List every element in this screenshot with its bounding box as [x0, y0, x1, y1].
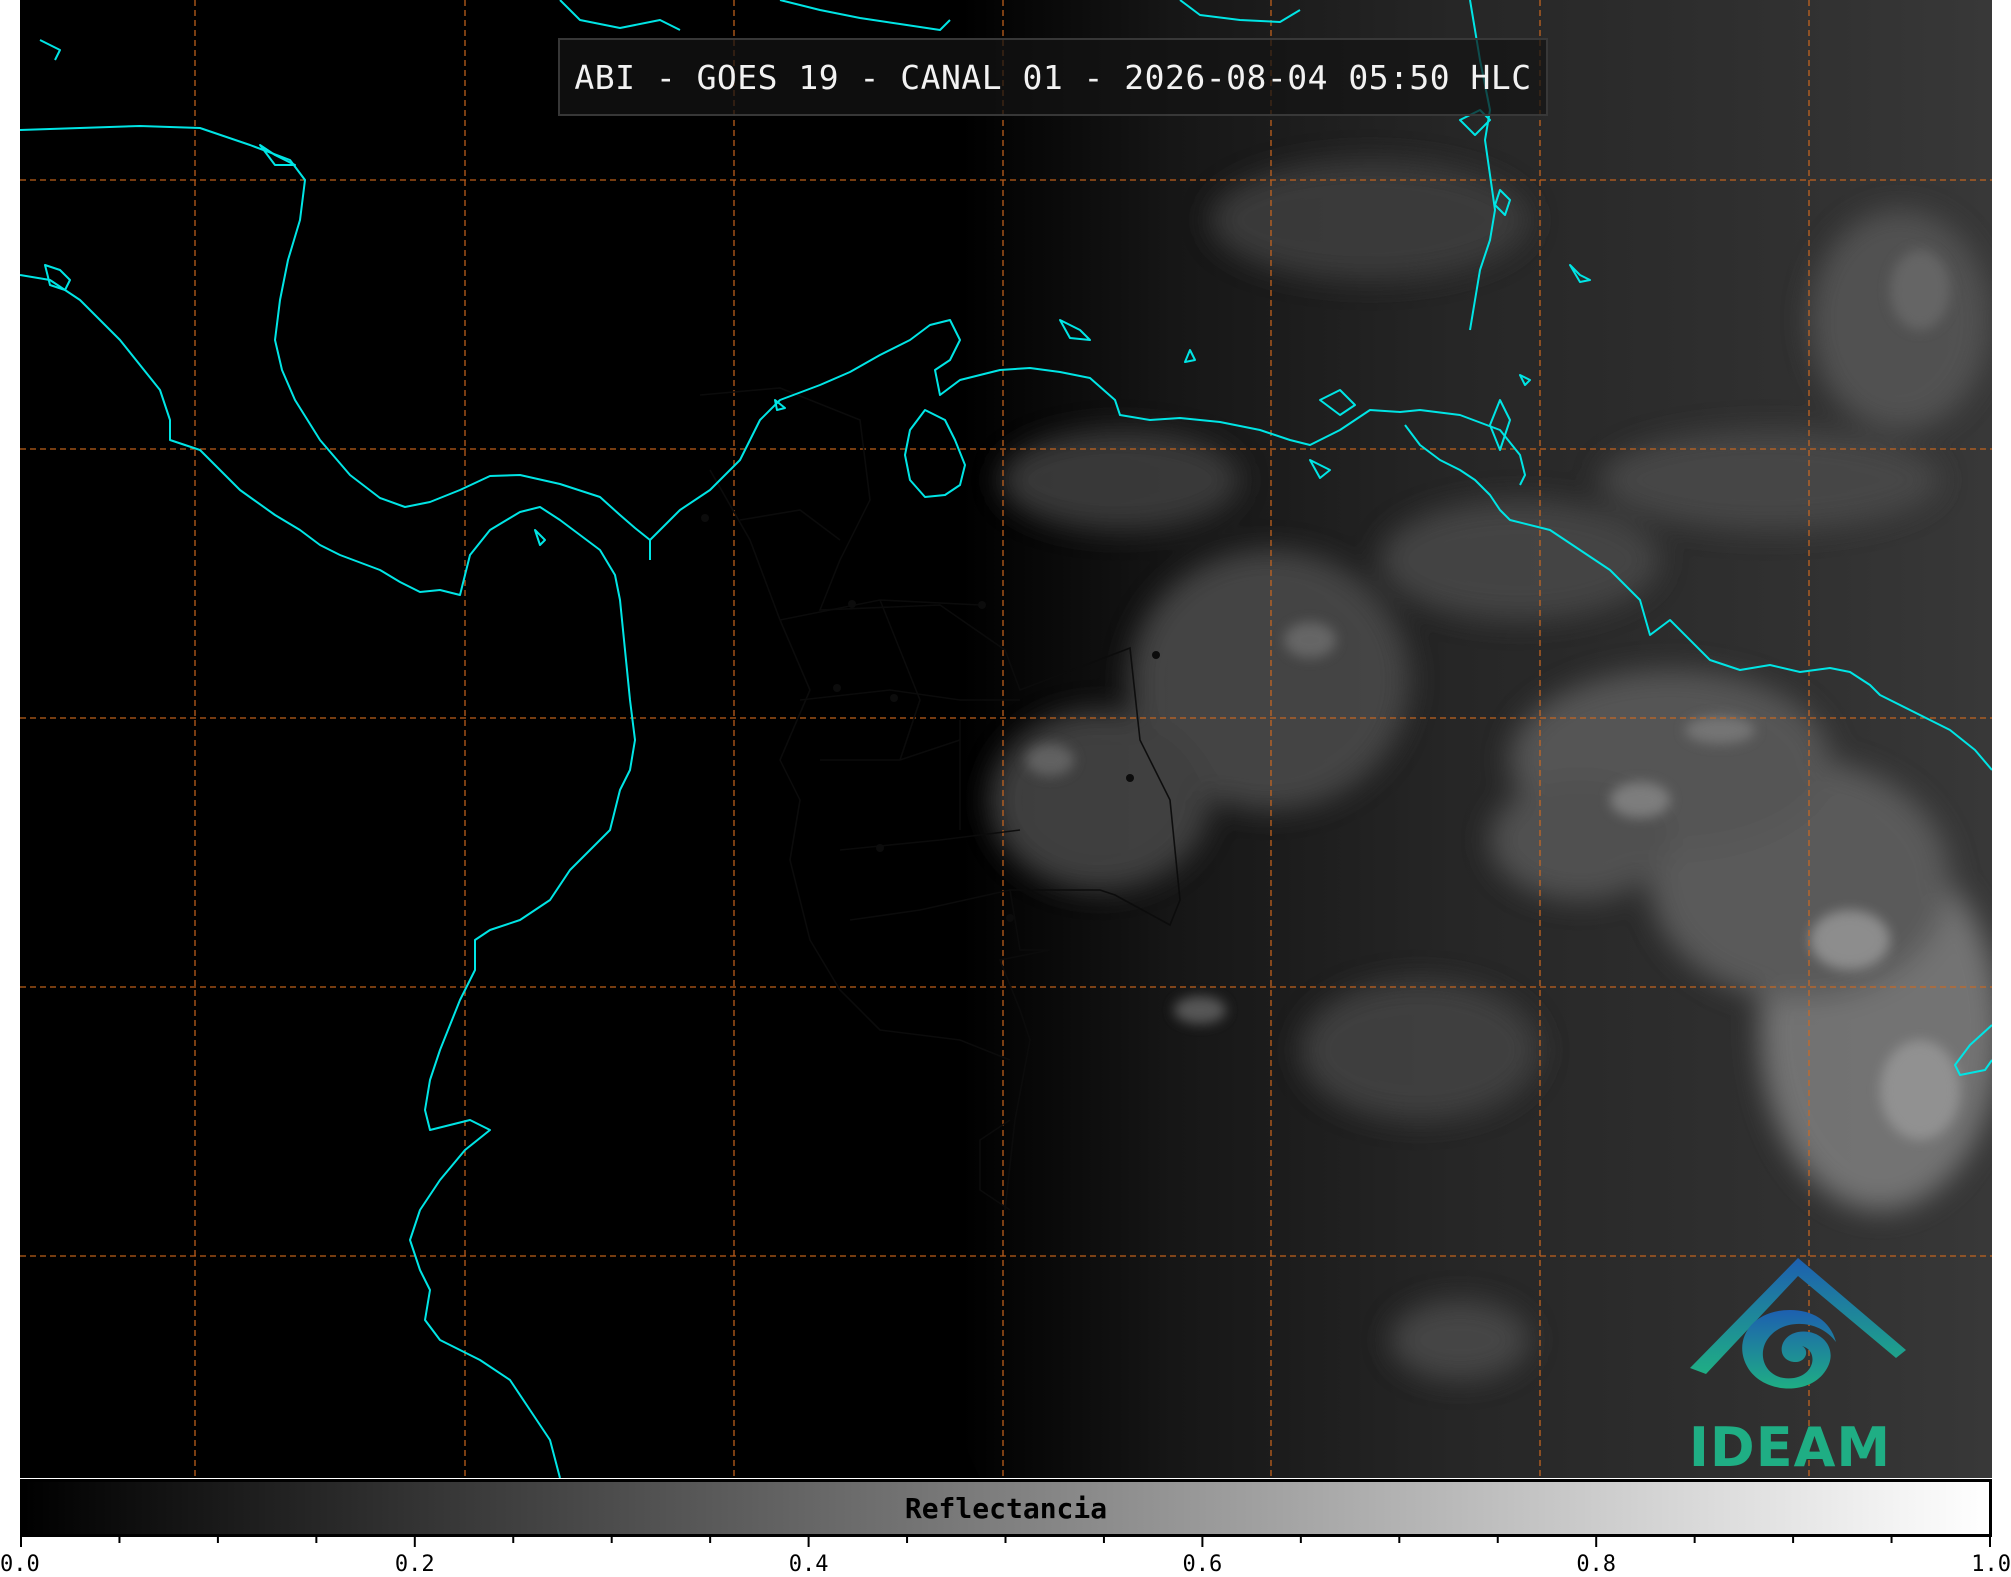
title-box: ABI - GOES 19 - CANAL 01 - 2026-08-04 05…: [558, 38, 1548, 116]
colorbar-ticks: 0.0 0.2 0.4 0.6 0.8 1.0: [0, 1537, 2011, 1577]
colorbar-tick-label: 0.0: [0, 1552, 40, 1577]
colorbar: Reflectancia: [20, 1479, 1992, 1537]
colorbar-tick-label: 0.4: [789, 1552, 829, 1577]
colorbar-tick-label: 0.6: [1183, 1552, 1223, 1577]
ideam-mountain-swirl-icon: [1690, 1258, 1906, 1389]
satellite-map-panel[interactable]: ABI - GOES 19 - CANAL 01 - 2026-08-04 05…: [20, 0, 1992, 1478]
colorbar-tick-label: 1.0: [1971, 1552, 2011, 1577]
ideam-logo: IDEAM: [1670, 1250, 1910, 1478]
map-title: ABI - GOES 19 - CANAL 01 - 2026-08-04 05…: [574, 57, 1532, 97]
colorbar-label: Reflectancia: [904, 1491, 1108, 1525]
ideam-logo-text: IDEAM: [1688, 1416, 1892, 1478]
colorbar-tick-label: 0.8: [1576, 1552, 1616, 1577]
colorbar-tick-label: 0.2: [395, 1552, 435, 1577]
